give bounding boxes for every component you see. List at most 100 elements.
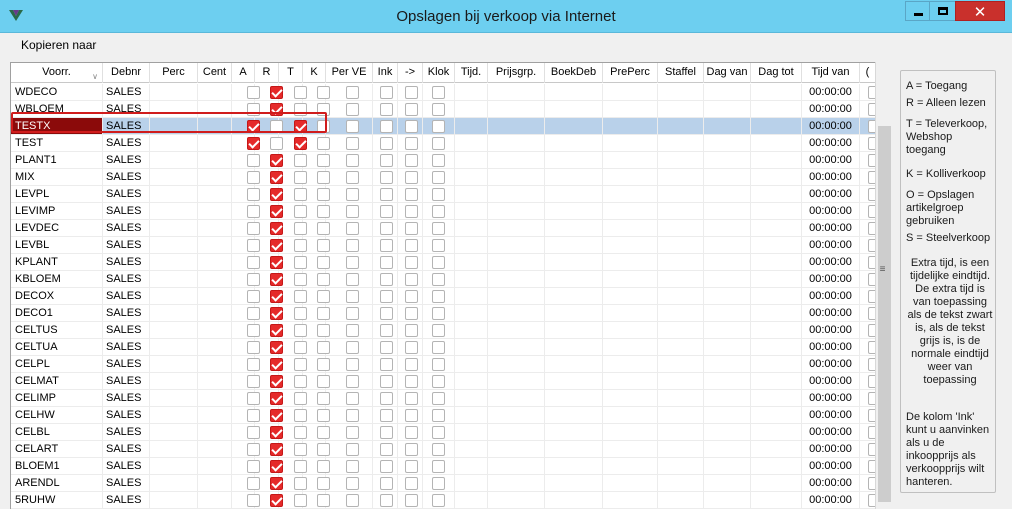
checkbox-arrow[interactable]: [405, 460, 418, 473]
checkbox-extra[interactable]: [868, 290, 875, 303]
column-header-t[interactable]: T: [279, 63, 303, 83]
cell-voorr[interactable]: CELTUS: [11, 322, 103, 338]
column-header-klok[interactable]: Klok: [423, 63, 455, 83]
checkbox-ink[interactable]: [380, 103, 393, 116]
column-header-k[interactable]: K: [303, 63, 326, 83]
vertical-scrollbar[interactable]: ≡: [875, 62, 892, 509]
cell-voorr[interactable]: CELTUA: [11, 339, 103, 355]
checkbox-ink[interactable]: [380, 477, 393, 490]
cell-voorr[interactable]: BLOEM1: [11, 458, 103, 474]
checkbox-per-ve[interactable]: [346, 324, 359, 337]
checkbox-arrow[interactable]: [405, 324, 418, 337]
cell-debnr[interactable]: SALES: [103, 339, 150, 355]
checkbox-k[interactable]: [317, 460, 330, 473]
checkbox-ink[interactable]: [380, 375, 393, 388]
checkbox-a[interactable]: [247, 256, 260, 269]
checkbox-extra[interactable]: [868, 120, 875, 133]
cell-voorr[interactable]: LEVBL: [11, 237, 103, 253]
checkbox-r[interactable]: [270, 222, 283, 235]
checkbox-extra[interactable]: [868, 392, 875, 405]
checkbox-ink[interactable]: [380, 307, 393, 320]
checkbox-r[interactable]: [270, 171, 283, 184]
checkbox-r[interactable]: [270, 341, 283, 354]
cell-tijd-van[interactable]: 00:00:00: [802, 186, 860, 202]
checkbox-arrow[interactable]: [405, 477, 418, 490]
checkbox-extra[interactable]: [868, 460, 875, 473]
scrollbar-thumb[interactable]: [878, 126, 891, 502]
checkbox-k[interactable]: [317, 86, 330, 99]
checkbox-arrow[interactable]: [405, 86, 418, 99]
cell-tijd-van[interactable]: 00:00:00: [802, 237, 860, 253]
checkbox-ink[interactable]: [380, 188, 393, 201]
checkbox-a[interactable]: [247, 137, 260, 150]
checkbox-per-ve[interactable]: [346, 171, 359, 184]
checkbox-klok[interactable]: [432, 171, 445, 184]
checkbox-k[interactable]: [317, 426, 330, 439]
cell-debnr[interactable]: SALES: [103, 407, 150, 423]
checkbox-t[interactable]: [294, 426, 307, 439]
checkbox-ink[interactable]: [380, 494, 393, 507]
checkbox-extra[interactable]: [868, 171, 875, 184]
checkbox-r[interactable]: [270, 375, 283, 388]
table-row[interactable]: DECO1 SALES 00:00:00: [11, 305, 875, 322]
checkbox-t[interactable]: [294, 307, 307, 320]
cell-debnr[interactable]: SALES: [103, 288, 150, 304]
table-row[interactable]: LEVDEC SALES 00:00:00: [11, 220, 875, 237]
checkbox-arrow[interactable]: [405, 273, 418, 286]
checkbox-ink[interactable]: [380, 273, 393, 286]
column-header-dag-tot[interactable]: Dag tot: [751, 63, 802, 83]
cell-debnr[interactable]: SALES: [103, 492, 150, 508]
checkbox-klok[interactable]: [432, 477, 445, 490]
checkbox-arrow[interactable]: [405, 205, 418, 218]
checkbox-r[interactable]: [270, 290, 283, 303]
checkbox-klok[interactable]: [432, 392, 445, 405]
checkbox-arrow[interactable]: [405, 494, 418, 507]
checkbox-klok[interactable]: [432, 188, 445, 201]
checkbox-a[interactable]: [247, 222, 260, 235]
cell-debnr[interactable]: SALES: [103, 305, 150, 321]
cell-tijd-van[interactable]: 00:00:00: [802, 322, 860, 338]
checkbox-per-ve[interactable]: [346, 494, 359, 507]
checkbox-per-ve[interactable]: [346, 256, 359, 269]
cell-voorr[interactable]: CELART: [11, 441, 103, 457]
column-header-preperc[interactable]: PrePerc: [603, 63, 658, 83]
checkbox-a[interactable]: [247, 324, 260, 337]
checkbox-k[interactable]: [317, 392, 330, 405]
checkbox-per-ve[interactable]: [346, 222, 359, 235]
checkbox-t[interactable]: [294, 392, 307, 405]
checkbox-t[interactable]: [294, 154, 307, 167]
checkbox-ink[interactable]: [380, 86, 393, 99]
checkbox-klok[interactable]: [432, 358, 445, 371]
cell-debnr[interactable]: SALES: [103, 441, 150, 457]
cell-debnr[interactable]: SALES: [103, 84, 150, 100]
checkbox-r[interactable]: [270, 205, 283, 218]
checkbox-extra[interactable]: [868, 273, 875, 286]
checkbox-k[interactable]: [317, 222, 330, 235]
checkbox-k[interactable]: [317, 154, 330, 167]
checkbox-a[interactable]: [247, 494, 260, 507]
checkbox-t[interactable]: [294, 290, 307, 303]
cell-voorr[interactable]: ARENDL: [11, 475, 103, 491]
checkbox-arrow[interactable]: [405, 103, 418, 116]
minimize-button[interactable]: [905, 1, 930, 21]
table-row[interactable]: CELTUA SALES 00:00:00: [11, 339, 875, 356]
checkbox-klok[interactable]: [432, 290, 445, 303]
checkbox-t[interactable]: [294, 409, 307, 422]
cell-tijd-van[interactable]: 00:00:00: [802, 220, 860, 236]
cell-voorr[interactable]: LEVDEC: [11, 220, 103, 236]
checkbox-k[interactable]: [317, 409, 330, 422]
table-row[interactable]: CELBL SALES 00:00:00: [11, 424, 875, 441]
cell-debnr[interactable]: SALES: [103, 373, 150, 389]
checkbox-per-ve[interactable]: [346, 307, 359, 320]
checkbox-a[interactable]: [247, 460, 260, 473]
column-header-cent[interactable]: Cent: [198, 63, 232, 83]
checkbox-arrow[interactable]: [405, 307, 418, 320]
checkbox-r[interactable]: [270, 460, 283, 473]
checkbox-klok[interactable]: [432, 426, 445, 439]
checkbox-r[interactable]: [270, 154, 283, 167]
checkbox-a[interactable]: [247, 341, 260, 354]
checkbox-klok[interactable]: [432, 494, 445, 507]
checkbox-k[interactable]: [317, 341, 330, 354]
checkbox-a[interactable]: [247, 154, 260, 167]
checkbox-ink[interactable]: [380, 392, 393, 405]
